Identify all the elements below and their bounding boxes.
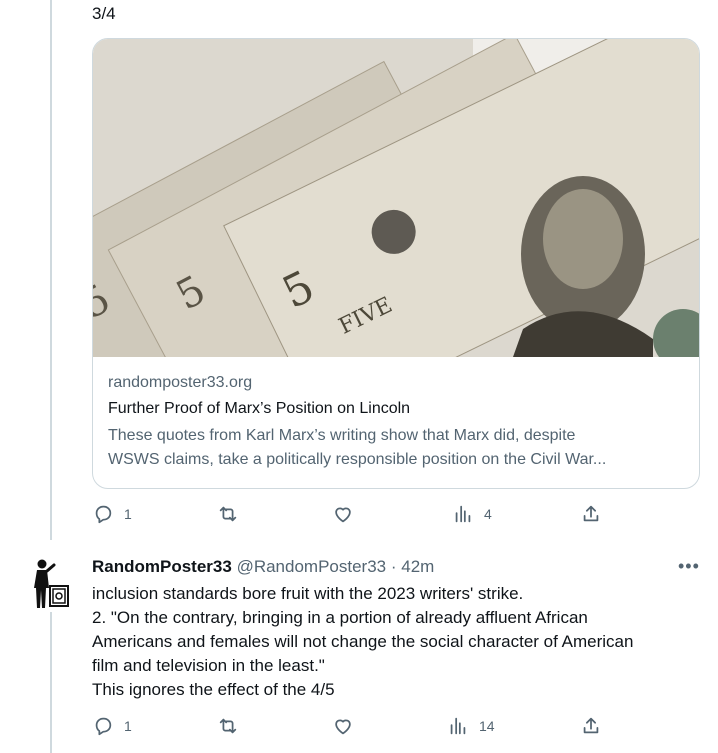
tweet-timestamp[interactable]: 42m: [401, 557, 434, 576]
card-title: Further Proof of Marx’s Position on Linc…: [108, 400, 411, 417]
separator-dot: ·: [390, 557, 397, 576]
tweet-actions: 1 14: [92, 715, 612, 739]
reply-button[interactable]: 1: [92, 715, 132, 737]
link-card[interactable]: 5 5 5 FIVE randomposter33.org Further Pr…: [92, 38, 700, 489]
like-button[interactable]: [332, 503, 364, 525]
repost-icon: [219, 506, 237, 522]
repost-icon: [219, 718, 237, 734]
reply-icon: [95, 717, 112, 736]
tweet-text-line: inclusion standards bore fruit with the …: [92, 584, 524, 603]
tweet-text-line: film and television in the least.": [92, 656, 325, 675]
author-name[interactable]: RandomPoster33: [92, 557, 232, 576]
card-domain: randomposter33.org: [108, 374, 253, 391]
heart-icon: [335, 719, 351, 735]
views-count: 14: [479, 718, 495, 734]
views-button[interactable]: 14: [447, 715, 495, 737]
more-options-icon[interactable]: •••: [678, 556, 700, 577]
card-description-line: WSWS claims, take a politically responsi…: [108, 451, 607, 468]
thread-line: [50, 0, 52, 540]
tweet-text-line: Americans and females will not change th…: [92, 632, 634, 651]
views-count: 4: [484, 506, 492, 522]
share-icon: [583, 717, 599, 734]
heart-icon: [335, 507, 351, 523]
share-button[interactable]: [580, 503, 602, 525]
tweet-text-line: 2. "On the contrary, bringing in a porti…: [92, 608, 588, 627]
card-description-line: These quotes from Karl Marx’s writing sh…: [108, 427, 576, 444]
reply-button[interactable]: 1: [92, 503, 132, 525]
views-button[interactable]: 4: [452, 503, 492, 525]
author-handle[interactable]: @RandomPoster33: [237, 557, 387, 576]
like-button[interactable]: [332, 715, 364, 737]
views-icon: [450, 717, 466, 735]
repost-button[interactable]: [217, 715, 249, 737]
thread-counter: 3/4: [92, 4, 116, 23]
tweet-actions: 1 4: [92, 503, 612, 527]
reply-icon: [95, 505, 112, 524]
card-image-five-dollar-bills: 5 5 5 FIVE: [93, 39, 699, 357]
tweet-text-line: This ignores the effect of the 4/5: [92, 680, 335, 699]
card-description: These quotes from Karl Marx’s writing sh…: [108, 424, 687, 472]
views-icon: [455, 505, 471, 523]
avatar[interactable]: [28, 558, 70, 610]
card-meta: randomposter33.org Further Proof of Marx…: [108, 372, 687, 472]
reply-count: 1: [124, 718, 132, 734]
tweet-text: inclusion standards bore fruit with the …: [92, 582, 702, 702]
repost-button[interactable]: [217, 503, 249, 525]
tweet-header: RandomPoster33 @RandomPoster33 · 42m: [92, 556, 434, 578]
reply-count: 1: [124, 506, 132, 522]
share-icon: [583, 505, 599, 522]
thread-line: [50, 612, 52, 753]
share-button[interactable]: [580, 715, 602, 737]
